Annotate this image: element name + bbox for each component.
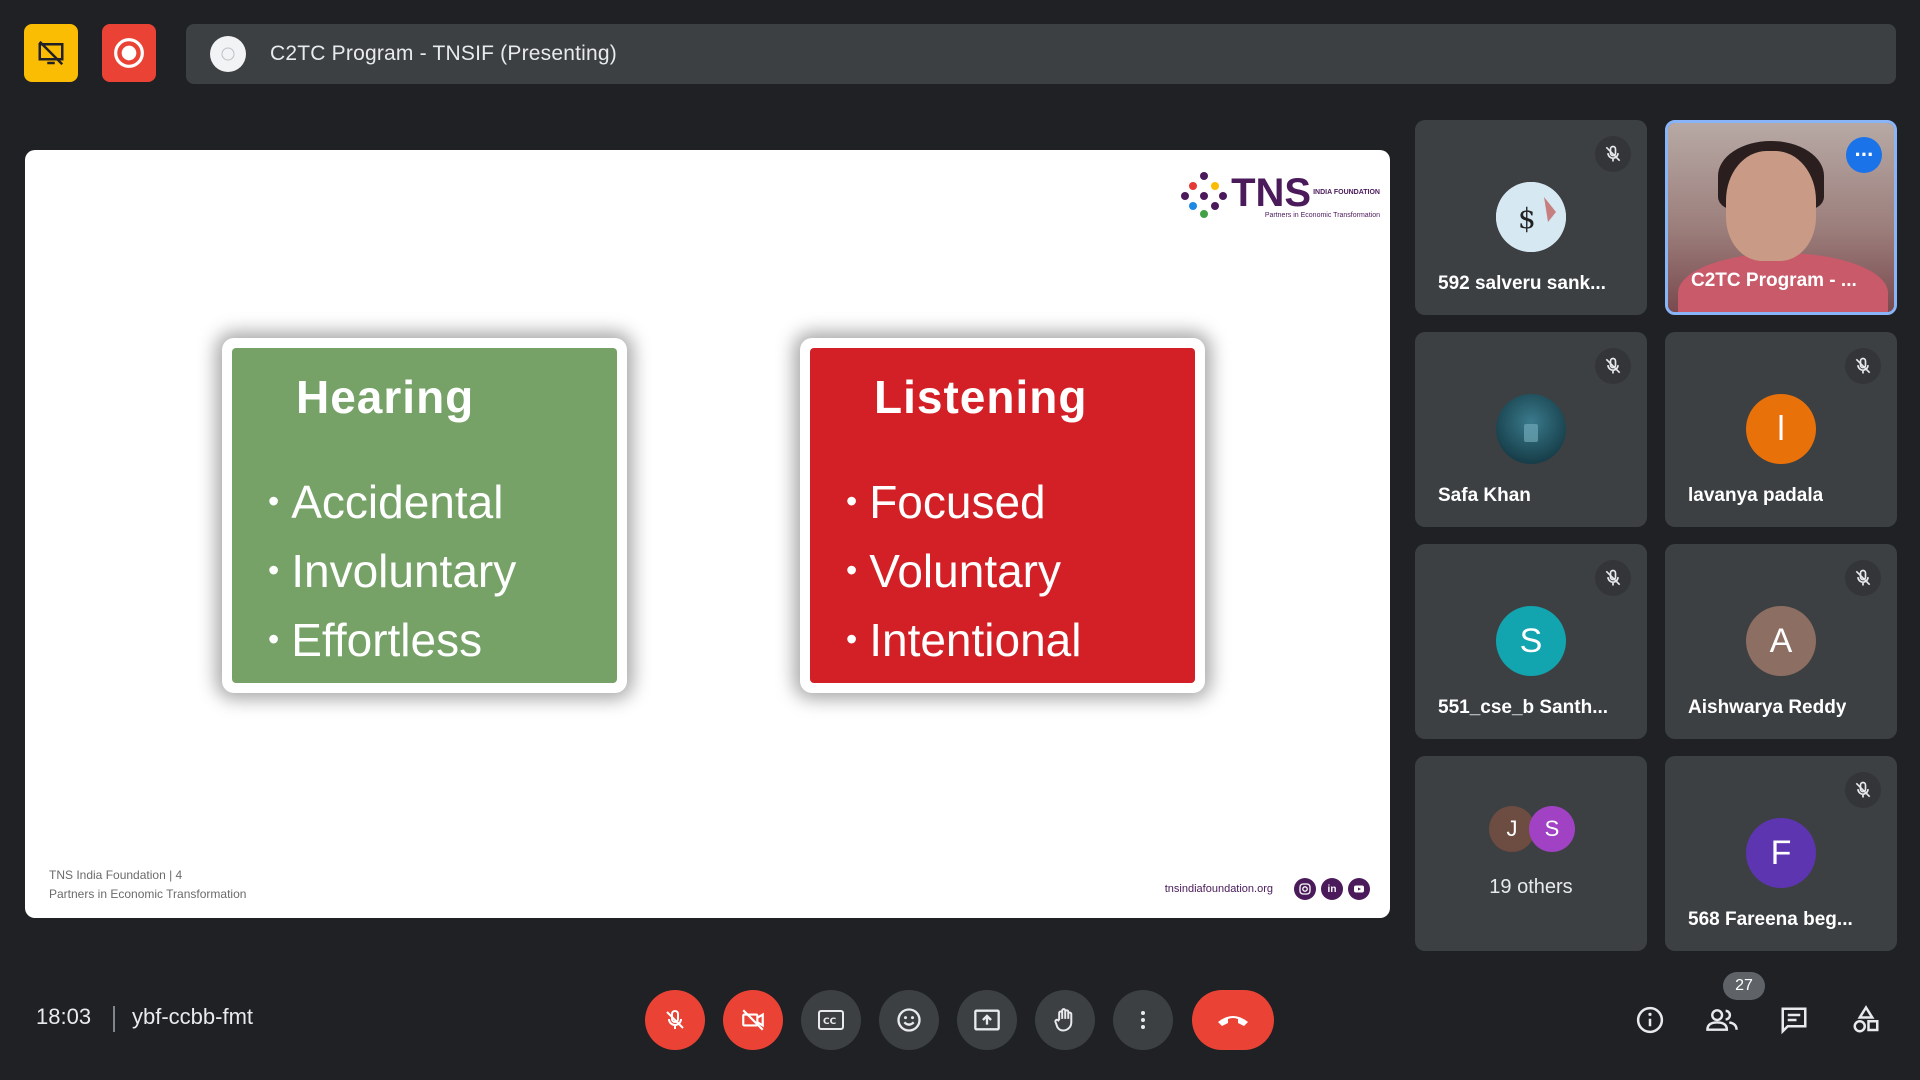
participant-name: 568 Fareena beg... bbox=[1688, 909, 1853, 930]
divider bbox=[113, 1006, 115, 1032]
card-bullet: Voluntary bbox=[846, 539, 1195, 608]
listening-card: Listening Focused Voluntary Intentional bbox=[800, 338, 1205, 693]
presentation-title: C2TC Program - TNSIF (Presenting) bbox=[270, 42, 617, 65]
logo-tagline: Partners in Economic Transformation bbox=[1264, 212, 1380, 219]
card-bullet: Focused bbox=[846, 470, 1195, 539]
card-bullet: Involuntary bbox=[268, 539, 617, 608]
profile-picture-icon: $ bbox=[1496, 182, 1566, 252]
hearing-card: Hearing Accidental Involuntary Effortles… bbox=[222, 338, 627, 693]
hand-icon bbox=[1054, 1008, 1073, 1032]
card-bullet: Accidental bbox=[268, 470, 617, 539]
activities-icon bbox=[1853, 1005, 1879, 1033]
participant-name: lavanya padala bbox=[1688, 485, 1824, 506]
call-end-icon bbox=[1218, 1016, 1248, 1026]
avatar: S bbox=[1529, 806, 1575, 852]
participant-tile[interactable]: A Aishwarya Reddy bbox=[1665, 544, 1897, 739]
record-icon bbox=[114, 38, 144, 68]
others-count-label: 19 others bbox=[1489, 876, 1573, 898]
presentation-off-icon bbox=[38, 40, 64, 66]
hide-presentation-button[interactable] bbox=[24, 24, 78, 82]
footer-website: tnsindiafoundation.org bbox=[1164, 883, 1273, 895]
footer-line-1: TNS India Foundation | 4 bbox=[49, 868, 183, 882]
people-icon bbox=[1706, 1009, 1738, 1031]
shared-slide: TNS INDIA FOUNDATION Partners in Economi… bbox=[25, 150, 1390, 918]
card-bullet: Effortless bbox=[268, 608, 617, 677]
more-options-button[interactable] bbox=[1113, 990, 1173, 1050]
avatar: l bbox=[1746, 394, 1816, 464]
participant-name: Safa Khan bbox=[1438, 485, 1531, 506]
card-heading: Listening bbox=[874, 371, 1088, 423]
raise-hand-button[interactable] bbox=[1035, 990, 1095, 1050]
chat-button[interactable] bbox=[1770, 996, 1818, 1044]
mic-off-icon bbox=[1595, 136, 1631, 172]
avatar: S bbox=[1496, 606, 1566, 676]
present-screen-icon bbox=[974, 1009, 1000, 1031]
present-now-button[interactable] bbox=[957, 990, 1017, 1050]
leave-call-button[interactable] bbox=[1192, 990, 1274, 1050]
participant-name: C2TC Program - ... bbox=[1691, 270, 1857, 291]
mic-off-icon bbox=[1595, 348, 1631, 384]
mic-off-icon bbox=[1845, 348, 1881, 384]
avatar: F bbox=[1746, 818, 1816, 888]
more-options-icon[interactable]: ··· bbox=[1846, 137, 1882, 173]
participant-tile[interactable]: S 551_cse_b Santh... bbox=[1415, 544, 1647, 739]
mic-off-icon bbox=[1595, 560, 1631, 596]
youtube-icon bbox=[1348, 878, 1370, 900]
captions-button[interactable]: CC bbox=[801, 990, 861, 1050]
mic-off-icon bbox=[666, 1010, 684, 1029]
mic-off-icon bbox=[1845, 560, 1881, 596]
participant-tile[interactable]: F 568 Fareena beg... bbox=[1665, 756, 1897, 951]
chat-icon bbox=[1781, 1007, 1807, 1035]
closed-captions-icon: CC bbox=[818, 1010, 844, 1030]
activities-button[interactable] bbox=[1842, 996, 1890, 1044]
avatar bbox=[1496, 394, 1566, 464]
mic-off-icon bbox=[1845, 772, 1881, 808]
presentation-banner: C2TC Program - TNSIF (Presenting) bbox=[186, 24, 1896, 84]
presenter-logo-icon bbox=[221, 47, 235, 61]
meeting-code: ybf-ccbb-fmt bbox=[132, 1004, 254, 1029]
toggle-mic-button[interactable] bbox=[645, 990, 705, 1050]
slide-footer: TNS India Foundation | 4 Partners in Eco… bbox=[49, 866, 246, 904]
clock: 18:03 bbox=[36, 1004, 92, 1029]
svg-text:$: $ bbox=[1518, 202, 1536, 235]
svg-text:CC: CC bbox=[823, 1017, 837, 1027]
info-icon bbox=[1636, 1006, 1664, 1034]
toggle-camera-button[interactable] bbox=[723, 990, 783, 1050]
reactions-button[interactable] bbox=[879, 990, 939, 1050]
logo-dots-icon bbox=[1181, 170, 1228, 218]
participant-tile[interactable]: $ 592 salveru sank... bbox=[1415, 120, 1647, 315]
presenter-avatar bbox=[210, 36, 246, 72]
instagram-icon bbox=[1294, 878, 1316, 900]
camera-off-icon bbox=[742, 1009, 764, 1031]
more-vert-icon bbox=[1141, 1011, 1145, 1029]
logo-brand-sub: INDIA FOUNDATION bbox=[1313, 189, 1380, 197]
logo-brand: TNS bbox=[1231, 171, 1312, 215]
profile-picture-icon bbox=[1524, 424, 1538, 442]
footer-line-2: Partners in Economic Transformation bbox=[49, 887, 247, 901]
participant-name: Aishwarya Reddy bbox=[1688, 697, 1847, 718]
participant-tile-active[interactable]: ··· C2TC Program - ... bbox=[1665, 120, 1897, 315]
emoji-icon bbox=[897, 1008, 921, 1032]
tns-logo: TNS INDIA FOUNDATION Partners in Economi… bbox=[1181, 170, 1380, 219]
meet-window: C2TC Program - TNSIF (Presenting) TNS IN… bbox=[0, 0, 1920, 1080]
linkedin-icon: in bbox=[1321, 878, 1343, 900]
participant-name: 551_cse_b Santh... bbox=[1438, 697, 1609, 718]
video-person-face bbox=[1726, 151, 1816, 261]
others-tile[interactable]: J S 19 others bbox=[1415, 756, 1647, 951]
card-bullet: Intentional bbox=[846, 608, 1195, 677]
people-button[interactable] bbox=[1698, 996, 1746, 1044]
slide-footer-links: tnsindiafoundation.org in bbox=[1165, 878, 1370, 900]
participant-tile[interactable]: Safa Khan bbox=[1415, 332, 1647, 527]
recording-button[interactable] bbox=[102, 24, 156, 82]
avatar: $ bbox=[1496, 182, 1566, 252]
meeting-details-button[interactable] bbox=[1626, 996, 1674, 1044]
participant-name: 592 salveru sank... bbox=[1438, 273, 1606, 294]
avatar: A bbox=[1746, 606, 1816, 676]
participant-tile[interactable]: l lavanya padala bbox=[1665, 332, 1897, 527]
card-heading: Hearing bbox=[296, 371, 475, 423]
